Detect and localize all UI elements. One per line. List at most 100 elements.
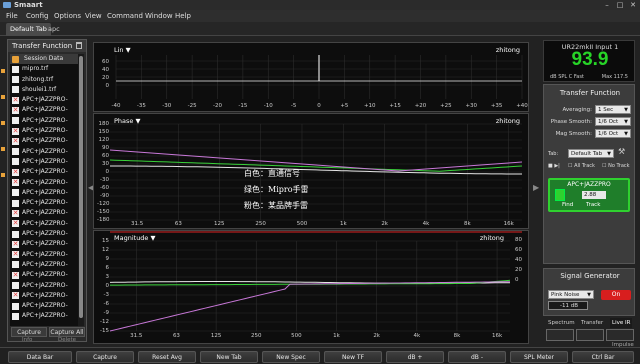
tab-apc[interactable]: apc xyxy=(44,23,64,36)
trace-list-item[interactable]: ✕ APC+JAZZPRO- xyxy=(10,219,80,229)
trace-list-item[interactable]: ✕ APC+JAZZPRO- xyxy=(10,126,80,136)
trace-list-item[interactable]: ✕ APC+JAZZPRO- xyxy=(10,95,80,105)
menu-window[interactable]: Window xyxy=(145,10,173,22)
disabled-x-icon[interactable]: ✕ xyxy=(12,251,19,259)
trace-list-item[interactable]: APC+JAZZPRO- xyxy=(10,147,80,157)
session-data-folder[interactable]: Session Data xyxy=(10,54,80,65)
phase-smooth-select[interactable]: 1/6 Oct ▼ xyxy=(595,117,631,126)
trace-list-item[interactable]: ✕ APC+JAZZPRO- xyxy=(10,208,80,218)
trace-list-item[interactable]: shoulei1.trf xyxy=(10,85,80,95)
generator-on-button[interactable]: On xyxy=(601,290,631,300)
trace-list-item[interactable]: ✕ APC+JAZZPRO- xyxy=(10,291,80,301)
mode-button-3[interactable] xyxy=(606,329,634,341)
spl-meter[interactable]: UR22mkII Input 1 93.9 dB SPL C Fast Max … xyxy=(543,40,635,82)
trace-list-item[interactable]: APC+JAZZPRO- xyxy=(10,311,80,321)
file-icon[interactable] xyxy=(12,312,19,320)
tab-live-ir[interactable]: Live IR xyxy=(610,318,633,328)
capture-button[interactable]: Capture xyxy=(11,327,47,337)
list-scrollbar[interactable] xyxy=(78,54,84,326)
file-icon[interactable] xyxy=(12,158,19,166)
file-icon[interactable] xyxy=(12,189,19,197)
trace-list-item[interactable]: ✕ APC+JAZZPRO- xyxy=(10,250,80,260)
noise-type-select[interactable]: Pink Noise ▼ xyxy=(548,290,594,299)
track-button[interactable]: Track xyxy=(586,202,600,208)
trace-list-item[interactable]: APC+JAZZPRO- xyxy=(10,301,80,311)
file-icon[interactable] xyxy=(12,261,19,269)
impulse-plot-label[interactable]: Lin ▼ xyxy=(114,46,131,54)
magnitude-plot[interactable]: Magnitude ▼ zhitong 15 12 9 6 3 0 -3 -6 -9 -12 -15… xyxy=(93,230,529,344)
maximize-icon[interactable]: □ xyxy=(615,1,625,9)
disabled-x-icon[interactable]: ✕ xyxy=(12,137,19,145)
data-bar-button[interactable]: Data Bar xyxy=(8,351,72,363)
trace-list-item[interactable]: ✕ APC+JAZZPRO- xyxy=(10,239,80,249)
menu-file[interactable]: File xyxy=(6,10,18,22)
trace-list-item[interactable]: ✕ APC+JAZZPRO- xyxy=(10,105,80,115)
disabled-x-icon[interactable]: ✕ xyxy=(12,106,19,114)
trace-list-item[interactable]: zhitong.trf xyxy=(10,75,80,85)
file-icon[interactable] xyxy=(12,76,19,84)
trace-list-item[interactable]: APC+JAZZPRO- xyxy=(10,157,80,167)
tab-spectrum[interactable]: Spectrum xyxy=(548,318,575,328)
trace-list-item[interactable]: ✕ APC+JAZZPRO- xyxy=(10,167,80,177)
file-icon[interactable] xyxy=(12,65,19,73)
capture-all-button[interactable]: Capture All xyxy=(49,327,85,337)
trace-list-item[interactable]: APC+JAZZPRO- xyxy=(10,281,80,291)
trace-list-item[interactable]: ✕ APC+JAZZPRO- xyxy=(10,178,80,188)
track-nav-icon[interactable]: ■ ▶| xyxy=(548,163,560,169)
trace-list-item[interactable]: APC+JAZZPRO- xyxy=(10,188,80,198)
file-icon[interactable] xyxy=(12,230,19,238)
disabled-x-icon[interactable]: ✕ xyxy=(12,179,19,187)
menu-command[interactable]: Command xyxy=(107,10,143,22)
trace-list-item[interactable]: ✕ APC+JAZZPRO- xyxy=(10,270,80,280)
db-minus-button[interactable]: dB - xyxy=(448,351,506,363)
tab-select[interactable]: Default Tab ▼ xyxy=(568,149,614,158)
db-plus-button[interactable]: dB + xyxy=(386,351,444,363)
mode-button-1[interactable] xyxy=(546,329,574,341)
trace-list-item[interactable]: APC+JAZZPRO- xyxy=(10,260,80,270)
tab-transfer[interactable]: Transfer xyxy=(581,318,603,328)
averaging-select[interactable]: 1 Sec ▼ xyxy=(595,105,631,114)
disabled-x-icon[interactable]: ✕ xyxy=(12,168,19,176)
disabled-x-icon[interactable]: ✕ xyxy=(12,292,19,300)
menu-config[interactable]: Config xyxy=(26,10,48,22)
mag-smooth-select[interactable]: 1/6 Oct ▼ xyxy=(595,129,631,138)
tf-color-swatch[interactable] xyxy=(555,189,565,201)
delete-button[interactable]: Delete xyxy=(58,337,76,343)
menu-options[interactable]: Options xyxy=(54,10,81,22)
impulse-plot[interactable]: Lin ▼ zhitong 60 40 20 0 -40 -35 -30 -25 -20… xyxy=(93,42,529,112)
ctrl-bar-button[interactable]: Ctrl Bar xyxy=(572,351,634,363)
file-icon[interactable] xyxy=(12,282,19,290)
spl-meter-button[interactable]: SPL Meter xyxy=(510,351,568,363)
disabled-x-icon[interactable]: ✕ xyxy=(12,271,19,279)
trace-list-item[interactable]: APC+JAZZPRO- xyxy=(10,198,80,208)
minimize-icon[interactable]: – xyxy=(602,1,612,9)
file-icon[interactable] xyxy=(12,117,19,125)
all-track-toggle[interactable]: ☐ All Track xyxy=(568,163,595,169)
file-icon[interactable] xyxy=(12,86,19,94)
collapse-right-icon[interactable]: ▶ xyxy=(533,183,539,192)
menu-view[interactable]: View xyxy=(85,10,102,22)
file-icon[interactable] xyxy=(12,302,19,310)
new-spec-button[interactable]: New Spec xyxy=(262,351,320,363)
disabled-x-icon[interactable]: ✕ xyxy=(12,240,19,248)
trace-list-item[interactable]: mipro.trf xyxy=(10,64,80,74)
find-button[interactable]: Find xyxy=(562,202,573,208)
phase-plot-label[interactable]: Phase ▼ xyxy=(114,117,141,125)
tf-delay-field[interactable]: 2.88 xyxy=(582,191,606,199)
active-transfer-function-card[interactable]: APC+JAZZPRO 2.88 Find Track xyxy=(548,178,630,212)
disabled-x-icon[interactable]: ✕ xyxy=(12,127,19,135)
phase-plot[interactable]: Phase ▼ zhitong 180 150 120 90 60 30 0 -30 -60 -9… xyxy=(93,113,529,229)
wrench-icon[interactable]: ⚒ xyxy=(618,147,625,156)
file-icon[interactable] xyxy=(12,199,19,207)
info-button[interactable]: Info xyxy=(22,337,32,343)
close-icon[interactable]: ✕ xyxy=(628,1,638,9)
trace-list-item[interactable]: APC+JAZZPRO- xyxy=(10,229,80,239)
new-tf-button[interactable]: New TF xyxy=(324,351,382,363)
capture-bottom-button[interactable]: Capture xyxy=(76,351,134,363)
trash-icon[interactable] xyxy=(76,42,82,49)
file-icon[interactable] xyxy=(12,148,19,156)
no-track-toggle[interactable]: ☐ No Track xyxy=(602,163,630,169)
trace-list-item[interactable]: APC+JAZZPRO- xyxy=(10,116,80,126)
magnitude-plot-label[interactable]: Magnitude ▼ xyxy=(114,234,156,242)
disabled-x-icon[interactable]: ✕ xyxy=(12,96,19,104)
